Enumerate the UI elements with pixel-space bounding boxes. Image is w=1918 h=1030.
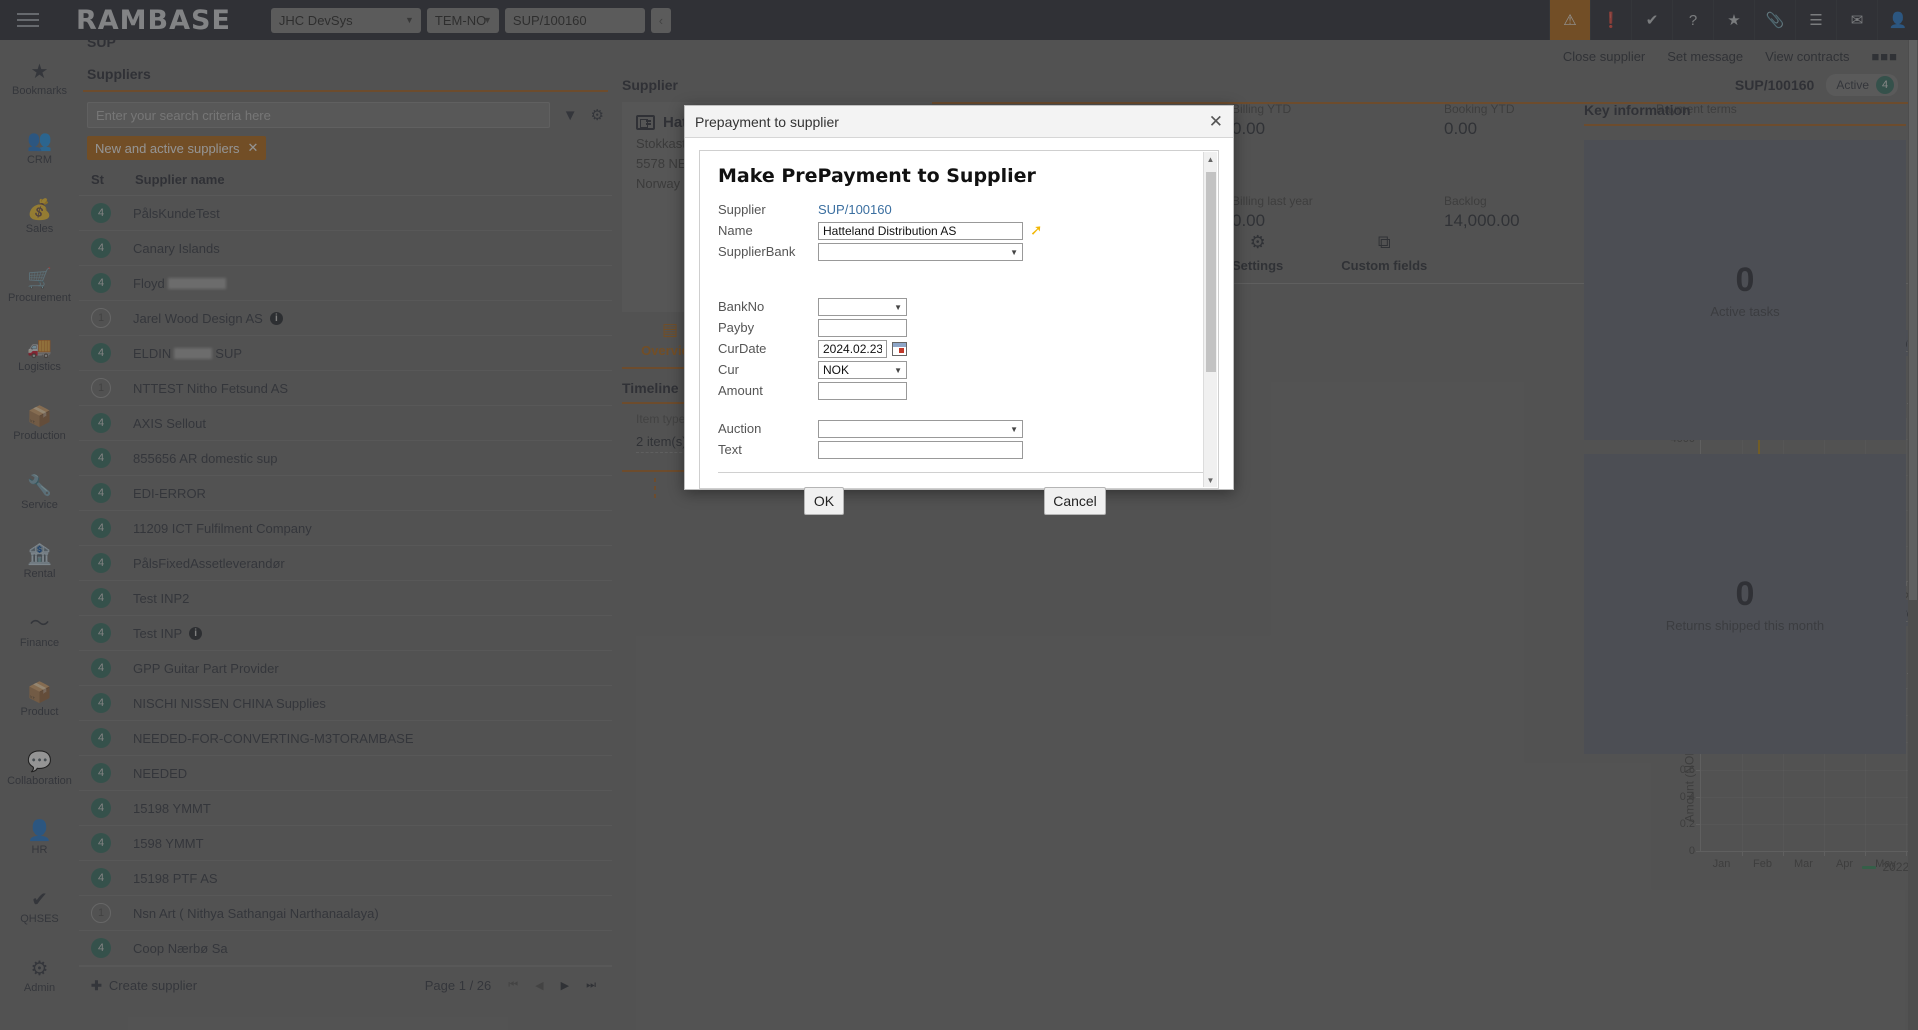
- field-gap: [718, 401, 1218, 418]
- field-row-amount: Amount: [718, 380, 1218, 401]
- supplierbank-select[interactable]: [818, 242, 1023, 261]
- field-row-bankno: BankNo ▼: [718, 296, 1218, 317]
- curdate-input[interactable]: [818, 339, 887, 358]
- field-row-curdate: CurDate: [718, 338, 1218, 359]
- chevron-down-icon: ▼: [1010, 247, 1018, 257]
- dialog-form: Make PrePayment to Supplier Supplier SUP…: [699, 150, 1219, 515]
- scrollbar-thumb[interactable]: [1206, 172, 1216, 372]
- dialog-scrollbar[interactable]: ▲ ▼: [1203, 152, 1217, 487]
- ok-button[interactable]: OK: [804, 487, 844, 515]
- scroll-down-icon[interactable]: ▼: [1204, 473, 1217, 487]
- curdate-label: CurDate: [718, 341, 767, 356]
- calendar-icon[interactable]: [892, 341, 907, 356]
- field-row-supplierbank: SupplierBank ▼: [718, 241, 1218, 262]
- supplier-label: Supplier: [718, 202, 766, 217]
- field-row-supplier: Supplier SUP/100160: [718, 199, 1218, 220]
- forward-arrow-icon[interactable]: ➚: [1030, 223, 1043, 238]
- cur-select-wrap: ▼: [818, 360, 907, 379]
- name-input[interactable]: [818, 221, 1023, 240]
- field-row-payby: Payby: [718, 317, 1218, 338]
- supplierbank-label: SupplierBank: [718, 244, 796, 259]
- field-row-name: Name ➚: [718, 220, 1218, 241]
- text-label: Text: [718, 442, 742, 457]
- dialog-heading: Make PrePayment to Supplier: [718, 165, 1036, 187]
- name-label: Name: [718, 223, 753, 238]
- field-gap: [718, 279, 1218, 296]
- scroll-up-icon[interactable]: ▲: [1204, 152, 1217, 166]
- scrollbar-track[interactable]: [1204, 166, 1217, 473]
- dialog-title-bar[interactable]: Prepayment to supplier ✕: [685, 106, 1233, 138]
- dialog-body: Make PrePayment to Supplier Supplier SUP…: [685, 138, 1233, 515]
- supplierbank-select-wrap: ▼: [818, 242, 1023, 261]
- auction-label: Auction: [718, 421, 762, 436]
- text-input[interactable]: [818, 440, 1023, 459]
- chevron-down-icon: ▼: [1010, 424, 1018, 434]
- field-row-auction: Auction ▼: [718, 418, 1218, 439]
- payby-label: Payby: [718, 320, 755, 335]
- dialog-buttons: OK Cancel: [718, 473, 1106, 515]
- cur-label: Cur: [718, 362, 739, 377]
- auction-select[interactable]: [818, 419, 1023, 438]
- supplier-link[interactable]: SUP/100160: [818, 202, 892, 217]
- chevron-down-icon: ▼: [894, 365, 902, 375]
- dialog-title: Prepayment to supplier: [695, 113, 839, 130]
- amount-input[interactable]: [818, 381, 907, 400]
- amount-label: Amount: [718, 383, 763, 398]
- field-row-text: Text: [718, 439, 1218, 460]
- close-icon[interactable]: ✕: [1209, 113, 1223, 130]
- auction-select-wrap: ▼: [818, 419, 1023, 438]
- prepayment-dialog: Prepayment to supplier ✕ Make PrePayment…: [684, 105, 1234, 515]
- field-gap: [718, 262, 1218, 279]
- bankno-select-wrap: ▼: [818, 297, 907, 316]
- chevron-down-icon: ▼: [894, 302, 902, 312]
- field-row-cur: Cur ▼: [718, 359, 1218, 380]
- cancel-button[interactable]: Cancel: [1044, 487, 1106, 515]
- payby-input[interactable]: [818, 318, 907, 337]
- bankno-label: BankNo: [718, 299, 765, 314]
